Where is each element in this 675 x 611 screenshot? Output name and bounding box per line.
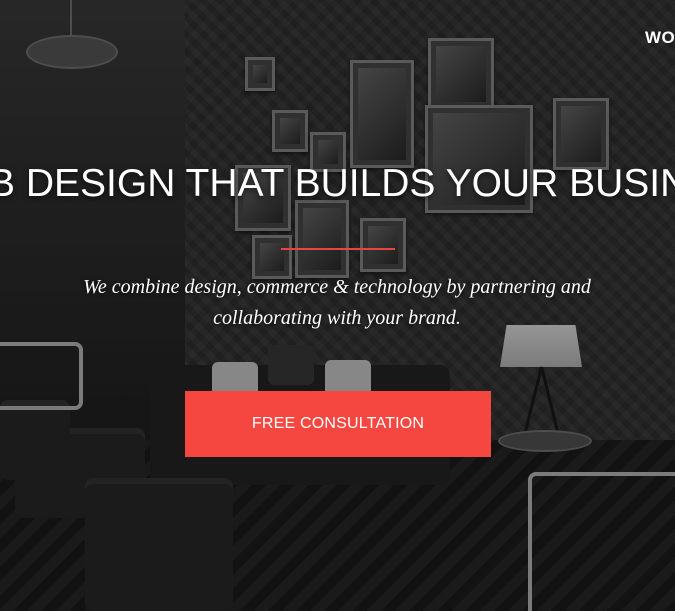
hero-subtext: We combine design, commerce & technology…	[83, 276, 591, 329]
hero-headline: B DESIGN THAT BUILDS YOUR BUSIN	[0, 162, 675, 205]
free-consultation-button[interactable]: FREE CONSULTATION	[185, 391, 491, 457]
hero-divider	[281, 248, 395, 250]
nav-link[interactable]: WO	[645, 28, 675, 48]
